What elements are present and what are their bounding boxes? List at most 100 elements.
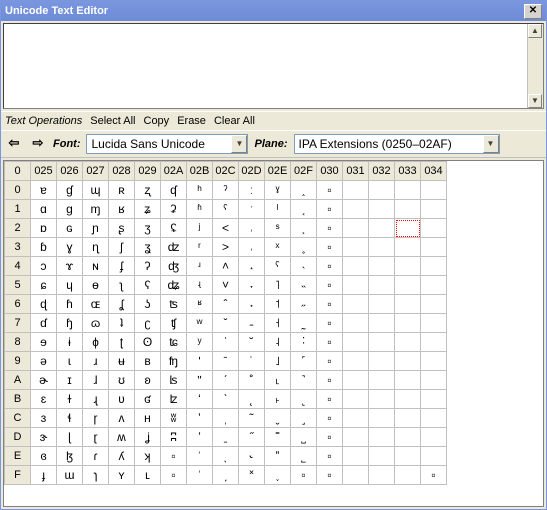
grid-cell[interactable]: ɤ [57, 257, 83, 276]
grid-cell[interactable]: ˛ [239, 390, 265, 409]
grid-cell[interactable]: ˑ [239, 200, 265, 219]
grid-cell[interactable]: ʄ [109, 257, 135, 276]
grid-cell[interactable]: ɛ [31, 390, 57, 409]
grid-cell[interactable] [343, 219, 369, 238]
grid-cell[interactable]: ɩ [57, 352, 83, 371]
grid-cell[interactable]: ʎ [109, 447, 135, 466]
grid-cell[interactable]: ʐ [135, 181, 161, 200]
grid-cell[interactable]: ʔ [135, 257, 161, 276]
grid-cell[interactable]: ˶ [291, 295, 317, 314]
grid-cell[interactable]: ɷ [83, 314, 109, 333]
grid-cell[interactable]: ɕ [31, 276, 57, 295]
grid-cell[interactable]: ˷ [291, 314, 317, 333]
grid-cell[interactable]: ɻ [83, 390, 109, 409]
grid-cell[interactable] [395, 447, 421, 466]
grid-cell[interactable]: ɳ [83, 238, 109, 257]
grid-cell[interactable]: ʸ [187, 333, 213, 352]
grid-cell[interactable]: ˉ [213, 352, 239, 371]
grid-cell[interactable]: ʑ [135, 200, 161, 219]
grid-cell[interactable] [421, 257, 447, 276]
grid-cell[interactable]: ʊ [109, 371, 135, 390]
grid-cell[interactable] [343, 352, 369, 371]
grid-cell[interactable]: ▫ [161, 466, 187, 485]
grid-cell[interactable]: ʇ [109, 314, 135, 333]
grid-cell[interactable]: ɦ [57, 295, 83, 314]
grid-cell[interactable] [421, 219, 447, 238]
grid-cell[interactable]: ɒ [31, 219, 57, 238]
grid-cell[interactable]: ɵ [83, 276, 109, 295]
grid-cell[interactable]: ▫ [317, 200, 343, 219]
grid-cell[interactable]: ʘ [135, 333, 161, 352]
grid-cell[interactable] [343, 428, 369, 447]
grid-cell[interactable]: ˍ [213, 428, 239, 447]
grid-cell[interactable]: ɭ [57, 428, 83, 447]
grid-cell[interactable] [395, 219, 421, 238]
grid-cell[interactable]: ˽ [291, 428, 317, 447]
grid-cell[interactable] [395, 466, 421, 485]
grid-cell[interactable] [343, 276, 369, 295]
grid-cell[interactable]: ˩ [265, 352, 291, 371]
grid-cell[interactable]: ˺ [291, 371, 317, 390]
grid-cell[interactable]: ˂ [213, 219, 239, 238]
grid-cell[interactable]: ▫ [317, 276, 343, 295]
grid-cell[interactable]: ˒ [239, 219, 265, 238]
grid-cell[interactable]: ʦ [161, 295, 187, 314]
font-combo[interactable]: Lucida Sans Unicode ▼ [86, 134, 248, 154]
grid-cell[interactable]: ˖ [239, 295, 265, 314]
grid-cell[interactable]: ˾ [291, 447, 317, 466]
grid-cell[interactable] [421, 447, 447, 466]
grid-cell[interactable]: ʲ [187, 219, 213, 238]
grid-cell[interactable]: ʶ [187, 295, 213, 314]
grid-cell[interactable]: ɔ [31, 257, 57, 276]
grid-cell[interactable]: ˲ [291, 219, 317, 238]
grid-cell[interactable] [369, 466, 395, 485]
grid-cell[interactable]: ɚ [31, 371, 57, 390]
grid-cell[interactable]: ɗ [31, 314, 57, 333]
grid-cell[interactable]: ɸ [83, 333, 109, 352]
grid-cell[interactable]: ▫ [317, 447, 343, 466]
grid-cell[interactable] [369, 276, 395, 295]
grid-cell[interactable]: ʧ [161, 314, 187, 333]
grid-cell[interactable]: ɾ [83, 447, 109, 466]
grid-cell[interactable]: ɹ [83, 352, 109, 371]
grid-cell[interactable]: ɞ [31, 447, 57, 466]
grid-cell[interactable]: ɪ [57, 371, 83, 390]
grid-cell[interactable]: ˏ [213, 466, 239, 485]
grid-cell[interactable]: ▫ [317, 333, 343, 352]
grid-cell[interactable] [421, 200, 447, 219]
grid-cell[interactable] [343, 371, 369, 390]
grid-cell[interactable]: ɼ [83, 409, 109, 428]
grid-cell[interactable]: ɴ [83, 257, 109, 276]
grid-cell[interactable] [369, 219, 395, 238]
grid-cell[interactable]: ɠ [57, 181, 83, 200]
grid-cell[interactable] [395, 314, 421, 333]
grid-cell[interactable]: ɟ [31, 466, 57, 485]
grid-cell[interactable]: ʫ [161, 390, 187, 409]
grid-cell[interactable]: ˓ [239, 238, 265, 257]
grid-cell[interactable]: ɖ [31, 295, 57, 314]
grid-cell[interactable]: ˡ [265, 200, 291, 219]
grid-cell[interactable] [395, 333, 421, 352]
grid-cell[interactable]: ʷ [187, 314, 213, 333]
grid-cell[interactable] [421, 295, 447, 314]
grid-cell[interactable]: ˚ [239, 371, 265, 390]
grid-cell[interactable]: ʡ [161, 200, 187, 219]
grid-cell[interactable] [421, 409, 447, 428]
grid-cell[interactable]: ʃ [109, 238, 135, 257]
grid-cell[interactable] [343, 238, 369, 257]
grid-cell[interactable] [395, 238, 421, 257]
scroll-up-button[interactable]: ▲ [528, 24, 542, 38]
grid-cell[interactable]: ɘ [31, 333, 57, 352]
clear-all-button[interactable]: Clear All [214, 115, 255, 127]
grid-cell[interactable]: ˧ [265, 314, 291, 333]
grid-cell[interactable]: ▫ [317, 428, 343, 447]
grid-cell[interactable]: ˦ [265, 295, 291, 314]
grid-cell[interactable] [369, 447, 395, 466]
grid-cell[interactable]: ʌ [109, 409, 135, 428]
grid-cell[interactable] [343, 314, 369, 333]
grid-cell[interactable] [343, 181, 369, 200]
grid-cell[interactable]: ɫ [57, 390, 83, 409]
grid-cell[interactable]: ˥ [265, 276, 291, 295]
grid-cell[interactable] [369, 371, 395, 390]
grid-cell[interactable]: ˋ [213, 390, 239, 409]
